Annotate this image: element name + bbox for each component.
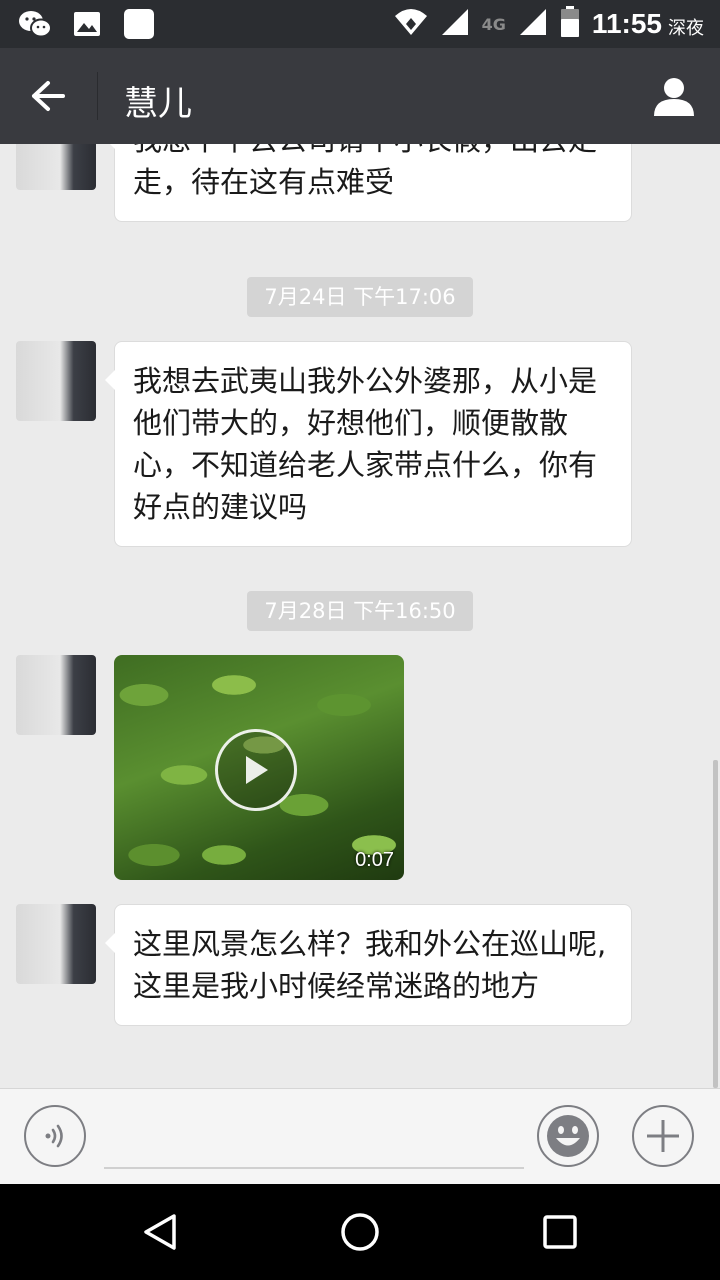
message-text: 这里风景怎么样？我和外公在巡山呢,这里是我小时候经常迷路的地方 — [133, 927, 607, 1003]
emoji-button[interactable] — [537, 1105, 599, 1167]
timestamp: 7月24日 下午17:06 — [247, 277, 473, 317]
signal-icon — [440, 8, 470, 40]
image-icon — [70, 8, 104, 40]
clock: 11:55 — [591, 8, 662, 39]
wifi-icon — [394, 8, 428, 40]
timestamp: 7月28日 下午16:50 — [247, 591, 473, 631]
avatar[interactable] — [16, 655, 96, 735]
avatar[interactable] — [16, 904, 96, 984]
message-text: 我想去武夷山我外公外婆那，从小是他们带大的，好想他们，顺便散散心，不知道给老人家… — [133, 364, 598, 524]
play-icon[interactable] — [215, 729, 297, 811]
header-divider — [97, 72, 98, 120]
message-bubble[interactable]: 这里风景怎么样？我和外公在巡山呢,这里是我小时候经常迷路的地方 — [105, 904, 632, 1026]
arrow-left-icon — [32, 81, 65, 111]
battery-icon — [560, 6, 580, 42]
avatar[interactable] — [16, 341, 96, 421]
signal-icon-secondary — [518, 8, 548, 40]
message-bubble[interactable]: 我想下午去公司请个小长假，出去走走，待在这有点难受 — [105, 144, 632, 222]
emoji-icon — [547, 1115, 589, 1157]
nav-recents-button[interactable] — [538, 1210, 582, 1254]
voice-button[interactable] — [24, 1105, 86, 1167]
chat-title: 慧儿 — [124, 84, 192, 124]
network-type: 4G — [481, 14, 506, 34]
video-message[interactable]: 0:07 — [114, 655, 404, 880]
input-bar — [0, 1088, 720, 1184]
person-icon — [654, 78, 694, 116]
scrollbar[interactable] — [713, 760, 718, 1088]
message-text: 我想下午去公司请个小长假，出去走走，待在这有点难受 — [133, 144, 597, 199]
clock-period: 深夜 — [668, 18, 704, 39]
app-icon — [122, 8, 156, 40]
message-list[interactable]: 我想下午去公司请个小长假，出去走走，待在这有点难受 7月24日 下午17:06 … — [0, 144, 720, 1088]
message-bubble[interactable]: 我想去武夷山我外公外婆那，从小是他们带大的，好想他们，顺便散散心，不知道给老人家… — [105, 341, 632, 547]
nav-home-button[interactable] — [338, 1210, 382, 1254]
status-bar: 4G 11:55 深夜 — [0, 0, 720, 48]
message-input[interactable] — [104, 1113, 524, 1169]
nav-back-icon — [144, 1214, 176, 1250]
wechat-icon — [18, 8, 52, 40]
more-button[interactable] — [632, 1105, 694, 1167]
video-duration: 0:07 — [355, 849, 394, 871]
nav-home-icon — [341, 1213, 379, 1251]
plus-icon — [647, 1120, 679, 1152]
nav-back-button[interactable] — [138, 1210, 182, 1254]
profile-button[interactable] — [650, 72, 698, 120]
avatar[interactable] — [16, 144, 96, 190]
nav-recents-icon — [543, 1215, 577, 1249]
system-nav-bar — [0, 1184, 720, 1280]
chat-header: 慧儿 — [0, 48, 720, 144]
voice-icon — [45, 1124, 63, 1148]
back-button[interactable] — [22, 74, 74, 118]
